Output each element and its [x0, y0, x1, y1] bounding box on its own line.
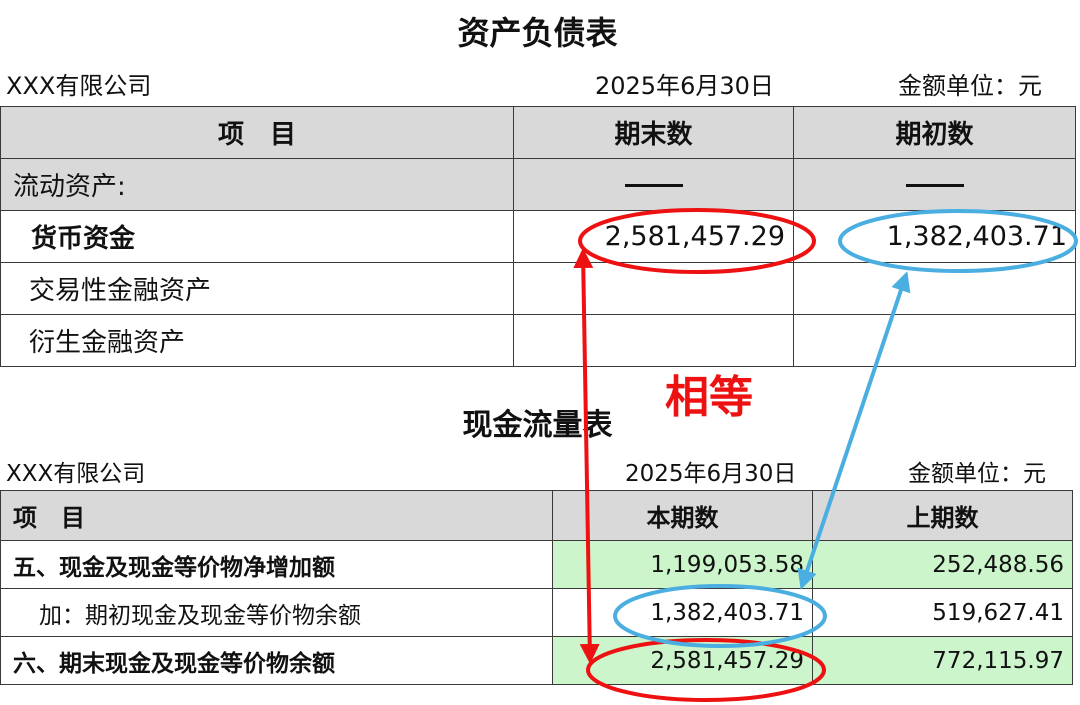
column-header-current: 本期数 — [552, 490, 813, 541]
dash-cell — [513, 158, 794, 211]
value-begin — [793, 314, 1076, 367]
balance-sheet-table: 项 目 期末数 期初数 流动资产: 货币资金 2,581,457.29 1,38… — [0, 106, 1076, 367]
value-previous: 519,627.41 — [812, 588, 1073, 637]
row-label: 五、现金及现金等价物净增加额 — [0, 540, 553, 589]
value-current: 1,382,403.71 — [552, 588, 813, 637]
balance-sheet-company: XXX有限公司 — [6, 72, 152, 100]
table-row: 加：期初现金及现金等价物余额 1,382,403.71 519,627.41 — [0, 588, 1073, 637]
row-label: 交易性金融资产 — [0, 262, 514, 315]
cash-flow-table: 项 目 本期数 上期数 五、现金及现金等价物净增加额 1,199,053.58 … — [0, 490, 1073, 685]
row-label: 加：期初现金及现金等价物余额 — [0, 588, 553, 637]
row-label: 货币资金 — [0, 210, 514, 263]
row-label: 六、期末现金及现金等价物余额 — [0, 636, 553, 685]
column-header-item: 项 目 — [0, 490, 553, 541]
dash-cell — [793, 158, 1076, 211]
dash-mark — [905, 183, 964, 187]
row-label: 衍生金融资产 — [0, 314, 514, 367]
table-row: 货币资金 2,581,457.29 1,382,403.71 — [0, 210, 1076, 263]
value-end — [513, 314, 794, 367]
value-begin — [793, 262, 1076, 315]
column-header-begin: 期初数 — [793, 106, 1076, 159]
table-header-row: 项 目 期末数 期初数 — [0, 106, 1076, 159]
column-header-end: 期末数 — [513, 106, 794, 159]
balance-sheet-date: 2025年6月30日 — [595, 72, 774, 100]
value-end — [513, 262, 794, 315]
value-current: 2,581,457.29 — [552, 636, 813, 685]
value-previous: 772,115.97 — [812, 636, 1073, 685]
column-header-item: 项 目 — [0, 106, 514, 159]
table-row: 五、现金及现金等价物净增加额 1,199,053.58 252,488.56 — [0, 540, 1073, 589]
column-header-previous: 上期数 — [812, 490, 1073, 541]
table-header-row: 项 目 本期数 上期数 — [0, 490, 1073, 541]
value-end: 2,581,457.29 — [513, 210, 794, 263]
value-current: 1,199,053.58 — [552, 540, 813, 589]
cash-flow-date: 2025年6月30日 — [625, 461, 797, 487]
balance-sheet-unit: 金额单位：元 — [898, 72, 1042, 100]
table-row: 交易性金融资产 — [0, 262, 1076, 315]
table-row: 衍生金融资产 — [0, 314, 1076, 367]
value-previous: 252,488.56 — [812, 540, 1073, 589]
table-row: 六、期末现金及现金等价物余额 2,581,457.29 772,115.97 — [0, 636, 1073, 685]
balance-sheet-title: 资产负债表 — [457, 14, 618, 52]
dash-mark — [624, 183, 683, 187]
value-begin: 1,382,403.71 — [793, 210, 1076, 263]
cash-flow-unit: 金额单位：元 — [908, 461, 1046, 487]
cash-flow-title: 现金流量表 — [462, 408, 613, 443]
table-row: 流动资产: — [0, 158, 1076, 211]
row-label: 流动资产: — [0, 158, 514, 211]
cash-flow-company: XXX有限公司 — [6, 461, 146, 487]
